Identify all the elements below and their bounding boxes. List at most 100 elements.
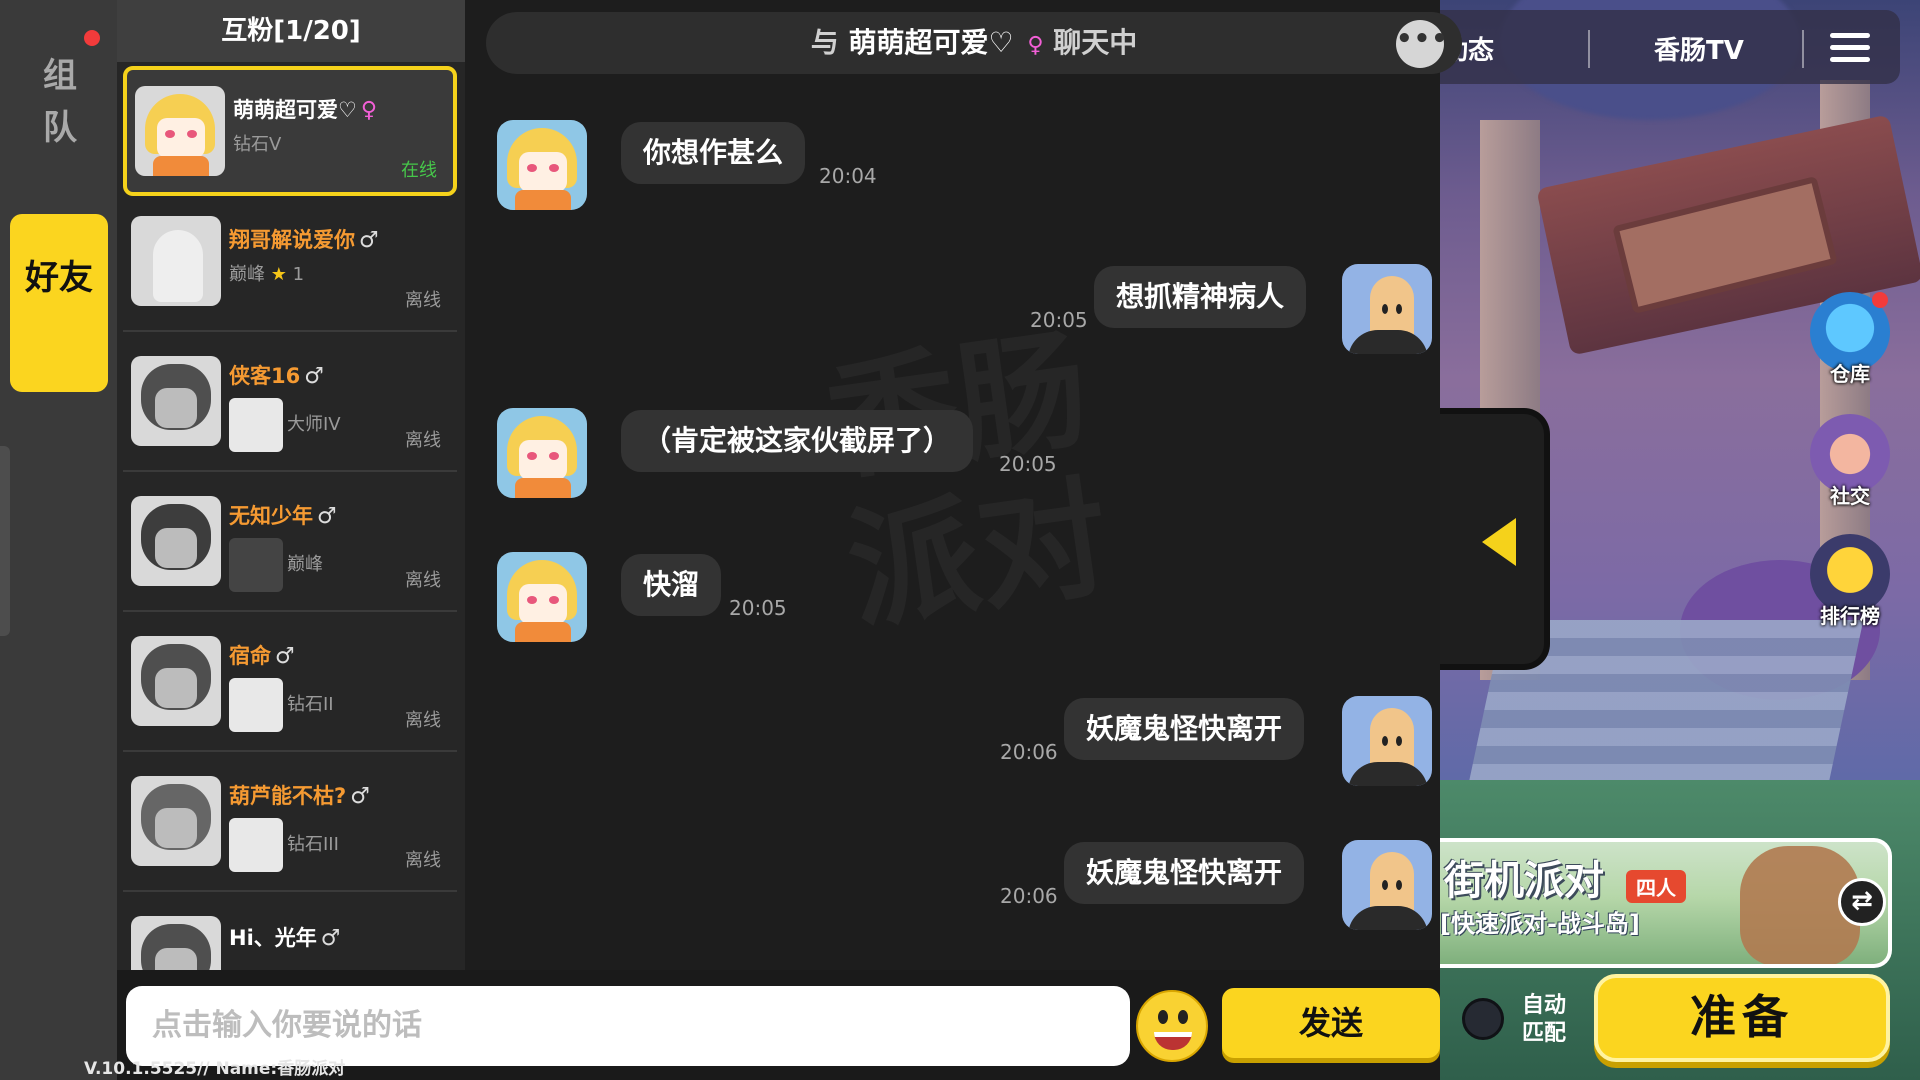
friend-status: 离线: [405, 850, 441, 871]
message-time: 20:04: [819, 164, 877, 188]
mode-title: 街机派对: [1444, 858, 1604, 904]
tab-friends[interactable]: 好友: [10, 214, 108, 392]
avatar: [135, 86, 225, 176]
friend-name: 翔哥解说爱你 ♂: [229, 228, 379, 253]
switch-mode-icon[interactable]: ⇄: [1838, 878, 1886, 926]
friend-item[interactable]: 宿命 ♂ 钻石II 离线: [123, 620, 457, 752]
message-bubble: 你想作甚么: [621, 122, 806, 184]
friend-name: Hi、光年 ♂: [229, 926, 341, 951]
message-time: 20:05: [1030, 308, 1088, 332]
emoji-icon[interactable]: [1136, 990, 1208, 1062]
message-time: 20:06: [1000, 740, 1058, 764]
female-icon: ♀: [360, 98, 377, 123]
friend-item[interactable]: 无知少年 ♂ 巅峰 离线: [123, 480, 457, 612]
avatar: [497, 408, 587, 498]
message-time: 20:06: [1000, 884, 1058, 908]
left-nav: 组队 好友: [0, 0, 117, 1080]
message-time: 20:05: [729, 596, 787, 620]
tab-divider: [1802, 30, 1804, 68]
friend-rank: 钻石V: [233, 134, 282, 155]
chat-message: 20:05 想抓精神病人: [1030, 264, 1432, 354]
avatar: [131, 496, 221, 586]
avatar: [131, 776, 221, 866]
friend-name: 萌萌超可爱♡ ♀: [233, 98, 377, 123]
friend-status: 在线: [401, 160, 437, 181]
chat-header-suffix: 聊天中: [1053, 26, 1138, 59]
male-icon: ♂: [317, 504, 337, 529]
rank-avatar: [229, 398, 283, 452]
tab-sausage-tv[interactable]: 香肠TV: [1654, 30, 1744, 67]
male-icon: ♂: [275, 644, 295, 669]
friend-list-header: 互粉[1/20]: [117, 0, 465, 62]
friend-name: 葫芦能不枯? ♂: [229, 784, 370, 809]
more-options-icon[interactable]: •••: [1396, 20, 1448, 68]
friend-item[interactable]: 翔哥解说爱你 ♂ 巅峰 ★ 1 离线: [123, 200, 457, 332]
game-mode-card[interactable]: 街机派对 四人 [快速派对-战斗岛]: [1440, 838, 1892, 968]
avatar: [497, 120, 587, 210]
chat-message: 你想作甚么 20:04: [497, 120, 997, 210]
message-bubble: 想抓精神病人: [1094, 266, 1307, 328]
mode-subtitle: [快速派对-战斗岛]: [1440, 910, 1640, 938]
mode-player-badge: 四人: [1626, 870, 1686, 903]
chat-message: 20:06 妖魔鬼怪快离开: [1000, 840, 1432, 930]
social-label: 社交: [1830, 484, 1870, 508]
friend-item[interactable]: 萌萌超可爱♡ ♀ 钻石V 在线: [123, 66, 457, 196]
notification-dot: [84, 30, 100, 46]
tab-team[interactable]: 组队: [40, 50, 80, 154]
version-text: V.10.1.5525// Name:香肠派对: [84, 1059, 346, 1079]
message-time: 20:05: [999, 452, 1057, 476]
left-scroll-handle[interactable]: [0, 446, 10, 636]
male-icon: ♂: [359, 228, 379, 253]
chat-message: 快溜 20:05: [497, 552, 897, 642]
star-icon: ★: [270, 264, 287, 285]
male-icon: ♂: [304, 364, 324, 389]
avatar: [1342, 264, 1432, 354]
message-bubble: （肯定被这家伙截屏了）: [621, 410, 974, 472]
rank-avatar: [229, 818, 283, 872]
rank-avatar: [229, 678, 283, 732]
friend-rank: 钻石II: [229, 678, 334, 732]
friend-name: 无知少年 ♂: [229, 504, 337, 529]
friend-name: 侠客16 ♂: [229, 364, 324, 389]
hamburger-menu-icon[interactable]: [1830, 33, 1870, 63]
message-bubble: 妖魔鬼怪快离开: [1064, 698, 1305, 760]
male-icon: ♂: [320, 926, 341, 951]
chat-message: 20:06 妖魔鬼怪快离开: [1000, 696, 1432, 786]
friend-item[interactable]: 侠客16 ♂ 大师IV 离线: [123, 340, 457, 472]
chat-header-prefix: 与: [810, 26, 839, 59]
auto-match-label: 自动匹配: [1522, 993, 1567, 1046]
friend-rank: 钻石III: [229, 818, 339, 872]
arrow-left-icon: [1482, 518, 1516, 566]
avatar: [131, 636, 221, 726]
friend-name: 宿命 ♂: [229, 644, 295, 669]
warehouse-label: 仓库: [1830, 362, 1870, 386]
avatar: [1342, 696, 1432, 786]
auto-match-toggle[interactable]: [1462, 998, 1504, 1040]
chat-partner-name: 萌萌超可爱♡: [848, 26, 1014, 59]
leaderboard-label: 排行榜: [1820, 604, 1880, 628]
friend-item[interactable]: 葫芦能不枯? ♂ 钻石III 离线: [123, 760, 457, 892]
message-bubble: 快溜: [621, 554, 722, 616]
collapse-drawer-tab[interactable]: [1430, 408, 1550, 670]
send-button[interactable]: 发送: [1222, 988, 1440, 1058]
friend-rank: 巅峰 ★ 1: [229, 264, 305, 285]
friend-rank: 大师IV: [229, 398, 341, 452]
friend-status: 离线: [405, 290, 441, 311]
avatar: [131, 216, 221, 306]
social-button[interactable]: 社交: [1808, 414, 1892, 509]
rank-avatar: [229, 538, 283, 592]
friend-list: 互粉[1/20] 萌萌超可爱♡ ♀ 钻石V 在线 翔哥解说爱你 ♂ 巅峰 ★ 1 离…: [117, 0, 465, 970]
friend-rank: 巅峰: [229, 538, 323, 592]
friend-status: 离线: [405, 710, 441, 731]
chat-message: （肯定被这家伙截屏了） 20:05: [497, 408, 1097, 498]
leaderboard-button[interactable]: 排行榜: [1808, 534, 1892, 629]
message-bubble: 妖魔鬼怪快离开: [1064, 842, 1305, 904]
friend-item[interactable]: Hi、光年 ♂: [123, 900, 457, 970]
avatar: [131, 356, 221, 446]
avatar: [1342, 840, 1432, 930]
notification-dot: [1872, 292, 1888, 308]
friend-status: 离线: [405, 570, 441, 591]
tab-divider: [1588, 30, 1590, 68]
ready-button[interactable]: 准备: [1594, 974, 1890, 1062]
avatar: [131, 916, 221, 970]
